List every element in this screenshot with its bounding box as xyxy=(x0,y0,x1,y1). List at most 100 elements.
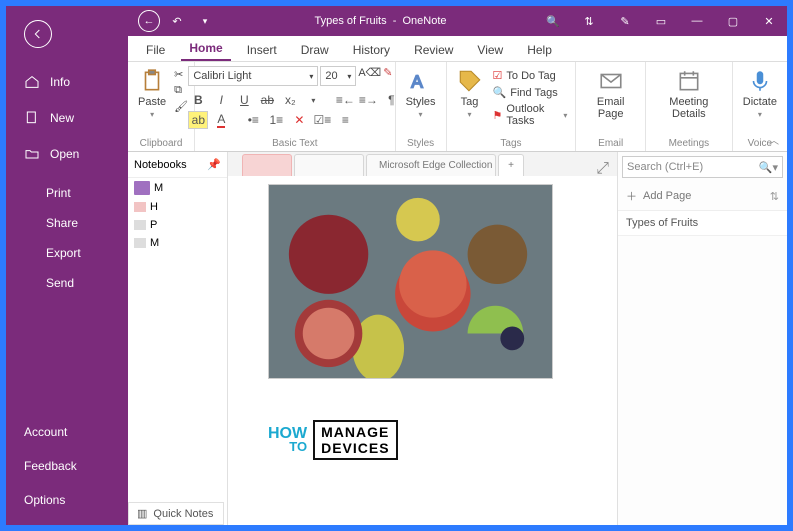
menu-bar: File Home Insert Draw History Review Vie… xyxy=(128,36,787,62)
group-email-label: Email xyxy=(598,136,623,151)
group-meetings-label: Meetings xyxy=(669,136,710,151)
plus-icon: ＋ xyxy=(626,188,637,204)
qat-dropdown[interactable]: ▾ xyxy=(194,10,216,32)
dictate-button[interactable]: Dictate ▾ xyxy=(739,66,781,121)
maximize-button[interactable]: ▢ xyxy=(715,6,751,36)
tag-button[interactable]: Tag ▾ xyxy=(453,66,487,121)
section-tab[interactable] xyxy=(294,154,364,176)
sync-icon[interactable]: ⇅ xyxy=(571,6,607,36)
page-list-item[interactable]: Types of Fruits xyxy=(618,211,787,236)
format-painter-button[interactable]: 🖌 xyxy=(174,100,188,113)
menu-export[interactable]: Export xyxy=(6,238,128,268)
strike-button[interactable]: ab xyxy=(257,91,277,109)
search-titlebar-icon[interactable]: 🔍 xyxy=(535,6,571,36)
cut-button[interactable]: ✂ xyxy=(174,68,188,81)
format-styles-icon[interactable]: ✎ xyxy=(383,66,392,86)
font-family-select[interactable]: Calibri Light▾ xyxy=(188,66,318,86)
styles-button[interactable]: A Styles ▾ xyxy=(402,66,440,121)
clear-formatting-button[interactable]: A⌫ xyxy=(358,66,381,86)
back-button[interactable] xyxy=(24,20,52,48)
outlook-tasks-button[interactable]: ⚑Outlook Tasks ▾ xyxy=(491,102,570,128)
mic-icon xyxy=(747,68,773,94)
pen-icon[interactable]: ✎ xyxy=(607,6,643,36)
ribbon-mode-icon[interactable]: ▭ xyxy=(643,6,679,36)
section-tab[interactable] xyxy=(242,154,292,176)
menu-options[interactable]: Options xyxy=(6,485,128,515)
quick-notes-button[interactable]: ▥ Quick Notes xyxy=(128,502,224,525)
menu-send[interactable]: Send xyxy=(6,268,128,298)
indent-button[interactable]: ≡→ xyxy=(358,91,378,109)
minimize-button[interactable]: — xyxy=(679,6,715,36)
search-input[interactable]: Search (Ctrl+E) 🔍▾ xyxy=(622,156,783,178)
bullets-button[interactable]: •≡ xyxy=(243,111,263,129)
paste-button[interactable]: Paste ▾ xyxy=(134,66,170,121)
find-tags-button[interactable]: 🔍Find Tags xyxy=(491,85,570,100)
todo-tag-button[interactable]: ☑To Do Tag xyxy=(491,68,570,83)
section-icon xyxy=(134,220,146,230)
section-tabstrip: Microsoft Edge Collection + xyxy=(228,152,617,176)
search-icon: 🔍 xyxy=(493,86,507,99)
group-clipboard-label: Clipboard xyxy=(140,136,183,151)
email-page-button[interactable]: Email Page xyxy=(582,66,639,122)
menu-open[interactable]: Open xyxy=(6,138,128,170)
font-size-select[interactable]: 20▾ xyxy=(320,66,356,86)
menu-account[interactable]: Account xyxy=(6,417,128,447)
tab-draw[interactable]: Draw xyxy=(293,39,337,61)
tab-home[interactable]: Home xyxy=(181,37,230,61)
add-section-button[interactable]: + xyxy=(498,154,524,176)
menu-new[interactable]: New xyxy=(6,102,128,134)
notebook-icon xyxy=(134,181,150,195)
tab-review[interactable]: Review xyxy=(406,39,461,61)
tab-insert[interactable]: Insert xyxy=(239,39,285,61)
copy-button[interactable]: ⧉ xyxy=(174,84,188,97)
menu-print[interactable]: Print xyxy=(6,178,128,208)
add-page-button[interactable]: ＋ Add Page xyxy=(626,188,691,204)
undo-button[interactable]: ↶ xyxy=(166,10,188,32)
align-button[interactable]: ≡ xyxy=(335,111,355,129)
menu-feedback[interactable]: Feedback xyxy=(6,451,128,481)
font-color-button[interactable]: A xyxy=(211,111,231,129)
quicknotes-icon: ▥ xyxy=(137,507,147,520)
page-panel: Search (Ctrl+E) 🔍▾ ＋ Add Page ⇅ Types of… xyxy=(617,152,787,525)
checkbox-icon: ☑ xyxy=(493,69,503,82)
highlight-button[interactable]: ab xyxy=(188,111,208,129)
sort-icon[interactable]: ⇅ xyxy=(770,190,779,203)
tab-file[interactable]: File xyxy=(138,39,173,61)
nav-back-button[interactable]: ← xyxy=(138,10,160,32)
mail-icon xyxy=(598,68,624,94)
menu-info[interactable]: Info xyxy=(6,66,128,98)
subscript-button[interactable]: x₂ xyxy=(280,91,300,109)
italic-button[interactable]: I xyxy=(211,91,231,109)
tab-view[interactable]: View xyxy=(469,39,511,61)
title-bar: ← ↶ ▾ Types of Fruits - OneNote 🔍 ⇅ ✎ ▭ … xyxy=(128,6,787,36)
menu-open-label: Open xyxy=(50,147,79,161)
paste-icon xyxy=(139,68,165,94)
superscript-button[interactable]: ▾ xyxy=(303,91,323,109)
section-tab-collection[interactable]: Microsoft Edge Collection xyxy=(366,154,496,176)
section-icon xyxy=(134,202,146,212)
section-item[interactable]: M xyxy=(128,234,227,252)
close-button[interactable]: ✕ xyxy=(751,6,787,36)
bold-button[interactable]: B xyxy=(188,91,208,109)
new-icon xyxy=(24,110,40,126)
watermark-logo: HOW TO MANAGE DEVICES xyxy=(268,420,577,460)
notebooks-header: Notebooks xyxy=(134,159,187,171)
underline-button[interactable]: U xyxy=(234,91,254,109)
menu-share[interactable]: Share xyxy=(6,208,128,238)
section-item[interactable]: H xyxy=(128,198,227,216)
tab-help[interactable]: Help xyxy=(519,39,560,61)
tab-history[interactable]: History xyxy=(345,39,398,61)
pin-icon[interactable]: 📌 xyxy=(207,158,221,171)
numbering-button[interactable]: 1≡ xyxy=(266,111,286,129)
checklist-button[interactable]: ☑≡ xyxy=(312,111,332,129)
page-canvas[interactable]: Microsoft Edge Collection + ⤢ xyxy=(228,152,617,525)
outdent-button[interactable]: ≡← xyxy=(335,91,355,109)
notebook-item[interactable]: M xyxy=(128,178,227,198)
section-item[interactable]: P xyxy=(128,216,227,234)
clear-button[interactable]: ✕ xyxy=(289,111,309,129)
collapse-ribbon-button[interactable]: ︿ xyxy=(769,132,779,147)
search-icon: 🔍▾ xyxy=(759,161,778,174)
meeting-details-button[interactable]: Meeting Details xyxy=(652,66,726,122)
expand-icon[interactable]: ⤢ xyxy=(596,160,609,178)
section-icon xyxy=(134,238,146,248)
